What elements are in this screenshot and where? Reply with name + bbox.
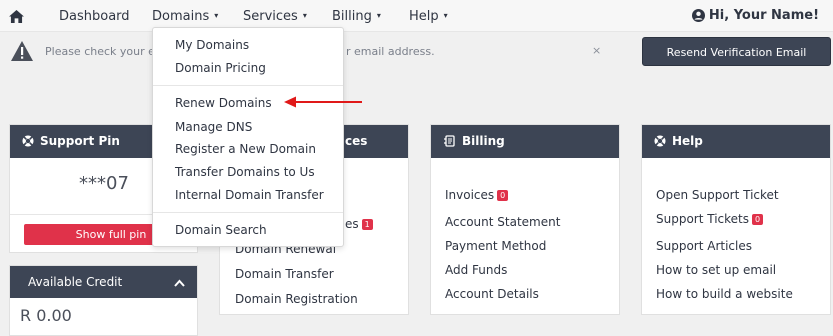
menu-item-internal-transfer[interactable]: Internal Domain Transfer — [175, 188, 324, 202]
menu-item-manage-dns[interactable]: Manage DNS — [175, 120, 252, 134]
chevron-down-icon: ▾ — [214, 11, 219, 20]
alert-message: Please check your e — [45, 45, 155, 58]
nav-dashboard[interactable]: Dashboard — [59, 9, 130, 24]
nav-billing[interactable]: Billing ▾ — [332, 9, 381, 24]
billing-header: Billing — [431, 125, 619, 158]
nav-domains[interactable]: Domains ▾ — [152, 9, 218, 24]
user-menu[interactable]: Hi, Your Name! — [691, 8, 819, 23]
link-account-details[interactable]: Account Details — [445, 287, 539, 301]
link-payment-method[interactable]: Payment Method — [445, 239, 546, 253]
menu-item-domain-pricing[interactable]: Domain Pricing — [175, 61, 266, 75]
support-pin-title: Support Pin — [40, 134, 120, 148]
link-invoices-label: Invoices — [445, 188, 495, 202]
link-support-articles[interactable]: Support Articles — [656, 239, 752, 253]
top-navbar: Dashboard Domains ▾ Services ▾ Billing ▾ He… — [0, 0, 833, 32]
billing-panel: Billing Invoices 0 Account Statement Paym… — [430, 124, 620, 315]
billing-title: Billing — [462, 134, 505, 148]
nav-billing-label: Billing — [332, 9, 372, 24]
link-invoices[interactable]: Invoices 0 — [445, 188, 509, 202]
life-ring-icon — [654, 135, 666, 147]
nav-domains-label: Domains — [152, 9, 210, 24]
menu-item-transfer-domains[interactable]: Transfer Domains to Us — [175, 165, 315, 179]
domains-dropdown-menu: My Domains Domain Pricing Renew Domains … — [152, 27, 344, 247]
link-support-tickets-label: Support Tickets — [656, 212, 750, 226]
link-support-tickets[interactable]: Support Tickets 0 — [656, 212, 764, 226]
available-credit-header[interactable]: Available Credit — [10, 266, 197, 298]
nav-services-label: Services — [243, 9, 298, 24]
menu-divider — [153, 85, 343, 86]
tickets-badge: 0 — [752, 214, 764, 225]
help-title: Help — [672, 134, 703, 148]
link-domain-registration[interactable]: Domain Registration — [235, 292, 358, 306]
link-set-up-email[interactable]: How to set up email — [656, 263, 776, 277]
invoices-badge: 0 — [497, 190, 509, 201]
services-link-partial-label: es — [345, 217, 359, 231]
menu-item-my-domains[interactable]: My Domains — [175, 38, 249, 52]
alert-message-tail: r email address. — [346, 45, 435, 58]
services-link-partial[interactable]: es 1 — [345, 217, 373, 231]
menu-divider — [153, 212, 343, 213]
link-add-funds[interactable]: Add Funds — [445, 263, 507, 277]
annotation-arrow-icon — [284, 96, 362, 108]
close-icon[interactable]: × — [592, 44, 601, 57]
chevron-down-icon: ▾ — [302, 11, 307, 20]
nav-help[interactable]: Help ▾ — [409, 9, 448, 24]
link-build-website[interactable]: How to build a website — [656, 287, 793, 301]
billing-icon — [444, 135, 455, 147]
nav-help-label: Help — [409, 9, 439, 24]
link-domain-transfer[interactable]: Domain Transfer — [235, 267, 334, 281]
available-credit-panel: Available Credit R 0.00 — [9, 265, 198, 336]
menu-item-renew-domains[interactable]: Renew Domains — [175, 96, 272, 110]
user-icon — [691, 9, 705, 22]
help-panel: Help Open Support Ticket Support Tickets… — [641, 124, 831, 315]
resend-verification-button[interactable]: Resend Verification Email — [642, 37, 831, 66]
services-badge: 1 — [361, 219, 373, 230]
link-open-support-ticket[interactable]: Open Support Ticket — [656, 188, 779, 202]
home-icon[interactable] — [9, 8, 25, 24]
life-ring-icon — [22, 135, 34, 147]
user-greeting: Hi, Your Name! — [708, 8, 819, 23]
chevron-down-icon: ▾ — [443, 11, 448, 20]
warning-icon — [10, 40, 34, 66]
menu-item-domain-search[interactable]: Domain Search — [175, 223, 267, 237]
available-credit-title: Available Credit — [28, 275, 123, 289]
help-header: Help — [642, 125, 830, 158]
services-title: ces — [345, 134, 368, 148]
menu-item-register-domain[interactable]: Register a New Domain — [175, 142, 316, 156]
link-account-statement[interactable]: Account Statement — [445, 215, 560, 229]
nav-services[interactable]: Services ▾ — [243, 9, 307, 24]
chevron-up-icon[interactable] — [174, 266, 185, 298]
available-credit-value: R 0.00 — [20, 306, 72, 325]
chevron-down-icon: ▾ — [376, 11, 381, 20]
